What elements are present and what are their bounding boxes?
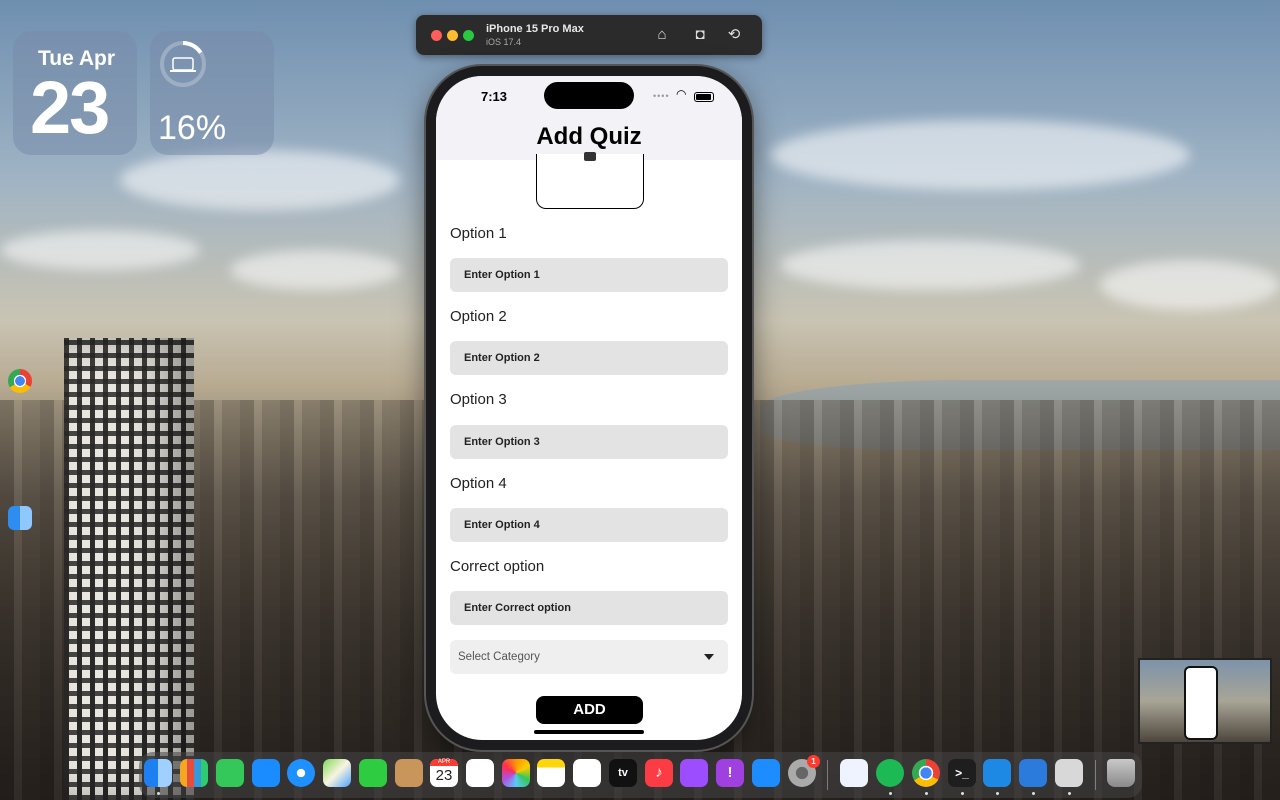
correct-option-label: Correct option	[450, 558, 545, 575]
finder-desktop-icon[interactable]	[8, 506, 32, 530]
facetime-icon[interactable]	[359, 759, 387, 787]
dock-separator	[827, 760, 828, 790]
page-title: Add Quiz	[536, 123, 642, 150]
vscode-icon[interactable]	[983, 759, 1011, 787]
navigation-bar: 7:13 •••• ◠ Add Quiz	[436, 76, 742, 160]
simulator-toolbar: iPhone 15 Pro Max iOS 17.4 ⌂ ◘ ⟲	[416, 15, 762, 55]
chrome-desktop-icon[interactable]	[8, 369, 32, 393]
option-1-label: Option 1	[450, 225, 507, 242]
podcasts-icon[interactable]	[680, 759, 708, 787]
reminders-icon[interactable]	[466, 759, 494, 787]
signal-icon: ••••	[653, 91, 670, 101]
running-indicator	[925, 792, 928, 795]
phone-screen: 7:13 •••• ◠ Add Quiz Option 1 Option 2 O…	[436, 76, 742, 740]
category-select-placeholder: Select Category	[458, 651, 540, 663]
category-select[interactable]: Select Category	[450, 640, 728, 674]
battery-icon	[694, 92, 714, 102]
correct-option-input[interactable]	[450, 591, 728, 625]
rotate-icon[interactable]: ⟲	[724, 25, 744, 45]
simulator-device-name: iPhone 15 Pro Max	[486, 23, 584, 35]
preview-icon[interactable]	[1055, 759, 1083, 787]
status-time: 7:13	[481, 89, 508, 104]
battery-widget[interactable]: 16%	[150, 31, 274, 155]
date-day: 23	[30, 66, 110, 149]
dynamic-island	[544, 82, 634, 109]
chevron-down-icon	[704, 654, 714, 660]
image-picker[interactable]	[536, 152, 644, 209]
instruments-icon[interactable]	[840, 759, 868, 787]
option-2-label: Option 2	[450, 308, 507, 325]
messages-icon[interactable]	[216, 759, 244, 787]
music-icon[interactable]: ♪	[645, 759, 673, 787]
safari-icon[interactable]	[287, 759, 315, 787]
battery-percent: 16%	[158, 109, 227, 147]
maps-icon[interactable]	[323, 759, 351, 787]
calendar-month: APR	[430, 759, 458, 766]
running-indicator	[961, 792, 964, 795]
calendar-day: 23	[435, 767, 453, 784]
wifi-icon: ◠	[676, 87, 687, 101]
zoom-window-button[interactable]	[463, 30, 474, 41]
option-3-input[interactable]	[450, 425, 728, 459]
simulator-os-version: iOS 17.4	[486, 37, 522, 47]
running-indicator	[996, 792, 999, 795]
add-button[interactable]: ADD	[536, 696, 643, 724]
screenshot-preview-thumbnail[interactable]	[1138, 658, 1272, 744]
screenshot-icon[interactable]: ◘	[690, 25, 710, 45]
freeform-icon[interactable]	[573, 759, 601, 787]
contacts-icon[interactable]	[395, 759, 423, 787]
running-indicator	[157, 792, 160, 795]
minimize-window-button[interactable]	[447, 30, 458, 41]
launchpad-icon[interactable]	[180, 759, 208, 787]
system-settings-icon[interactable]: 1	[788, 755, 820, 787]
terminal-icon[interactable]: >_	[948, 759, 976, 787]
mail-icon[interactable]	[252, 759, 280, 787]
dock: APR 23 tv ♪ ! 1 >_	[139, 752, 1142, 798]
apple-tv-icon[interactable]: tv	[609, 759, 637, 787]
spotify-icon[interactable]	[876, 759, 904, 787]
camera-icon	[584, 152, 596, 161]
dock-separator	[1095, 760, 1096, 790]
feedback-assistant-icon[interactable]: !	[716, 759, 744, 787]
option-4-input[interactable]	[450, 508, 728, 542]
battery-ring-icon	[160, 41, 206, 87]
trash-icon[interactable]	[1107, 759, 1135, 787]
option-1-input[interactable]	[450, 258, 728, 292]
option-4-label: Option 4	[450, 475, 507, 492]
running-indicator	[1068, 792, 1071, 795]
chrome-icon[interactable]	[912, 759, 940, 787]
settings-badge: 1	[807, 755, 820, 768]
date-widget[interactable]: Tue Apr 23	[13, 31, 137, 155]
iphone-frame: 7:13 •••• ◠ Add Quiz Option 1 Option 2 O…	[426, 66, 752, 750]
home-icon[interactable]: ⌂	[652, 25, 672, 45]
preview-phone-image	[1184, 666, 1218, 740]
photos-icon[interactable]	[502, 759, 530, 787]
running-indicator	[1032, 792, 1035, 795]
notes-icon[interactable]	[537, 759, 565, 787]
xcode-icon[interactable]	[1019, 759, 1047, 787]
home-indicator	[534, 730, 644, 734]
calendar-icon[interactable]: APR 23	[430, 759, 458, 787]
option-2-input[interactable]	[450, 341, 728, 375]
close-window-button[interactable]	[431, 30, 442, 41]
app-store-icon[interactable]	[752, 759, 780, 787]
option-3-label: Option 3	[450, 391, 507, 408]
finder-icon[interactable]	[144, 759, 172, 787]
running-indicator	[889, 792, 892, 795]
